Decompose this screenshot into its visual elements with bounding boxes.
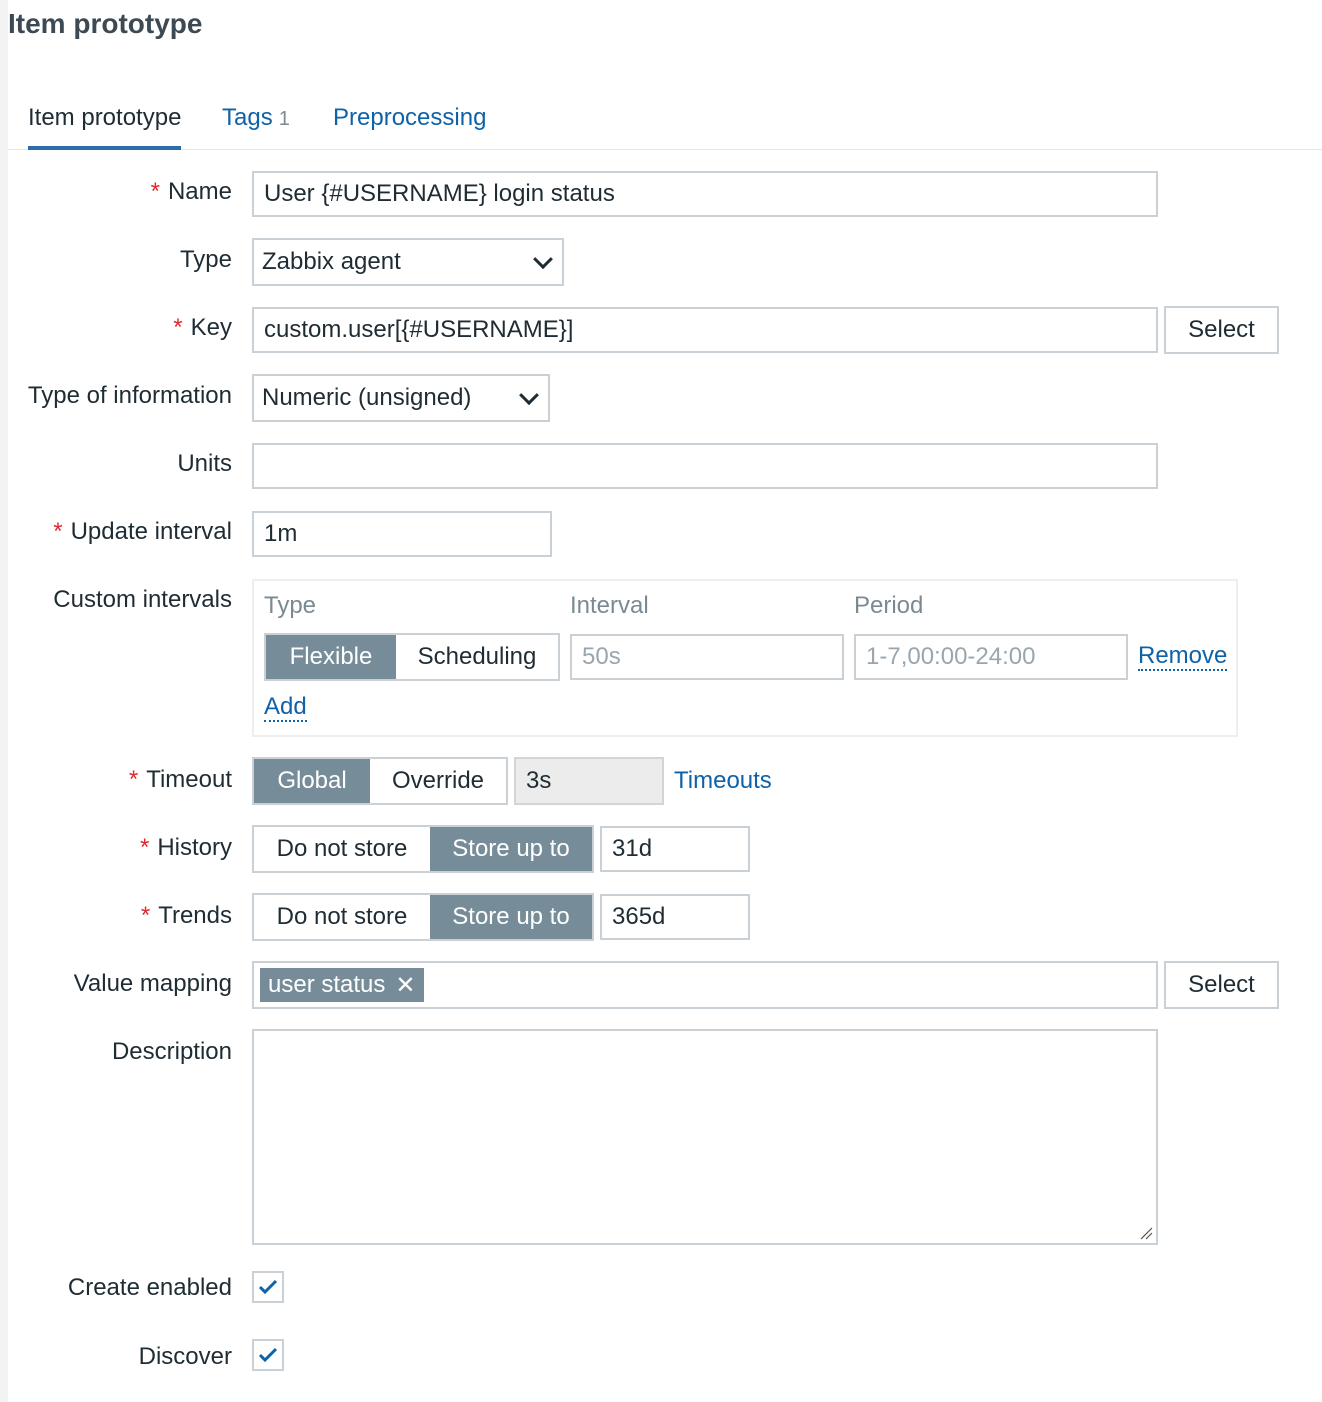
units-input[interactable] [252,443,1158,489]
timeout-global-option[interactable]: Global [254,759,370,803]
timeout-label: * Timeout [128,766,232,793]
required-marker: * [140,902,151,929]
timeout-override-option[interactable]: Override [370,759,506,803]
value-map-tag-label: user status [268,971,386,998]
required-marker: * [53,518,63,545]
checkmark-icon [258,1347,278,1363]
required-marker: * [128,766,139,793]
required-marker: * [173,314,183,341]
required-marker: * [139,834,150,861]
units-label: Units [177,450,232,477]
scheduling-option[interactable]: Scheduling [396,635,558,679]
trends-store-up-to-option[interactable]: Store up to [430,895,592,939]
history-input[interactable]: 31d [600,826,750,872]
tab-label: Tags [222,104,273,131]
custom-intervals-interval-header: Interval [570,592,649,619]
name-input[interactable]: User {#USERNAME} login status [252,171,1158,217]
timeouts-link[interactable]: Timeouts [674,767,772,795]
tab-count-badge: 1 [278,108,290,130]
checkmark-icon [258,1279,278,1295]
add-interval-link[interactable]: Add [264,694,307,722]
type-select[interactable]: Zabbix agent [252,238,564,286]
tab-label: Item prototype [28,104,182,131]
discover-label: Discover [138,1343,232,1370]
name-label: * Name [150,178,232,205]
type-select-value: Zabbix agent [262,248,401,275]
history-store-up-to-option[interactable]: Store up to [430,827,592,871]
resize-grip-icon[interactable] [1139,1226,1153,1240]
close-icon[interactable]: ✕ [395,971,415,1000]
update-interval-input[interactable]: 1m [252,511,552,557]
type-label: Type [179,246,232,273]
value-mapping-label: Value mapping [73,970,232,997]
description-textarea[interactable] [252,1029,1158,1245]
custom-intervals-label: Custom intervals [53,586,232,613]
custom-intervals-type-header: Type [264,592,317,619]
update-interval-label: * Update interval [53,518,232,545]
tab-preprocessing[interactable]: Preprocessing [333,100,486,146]
create-enabled-checkbox[interactable] [252,1271,284,1303]
tab-tags[interactable]: Tags 1 [222,100,290,146]
key-label: * Key [173,314,232,341]
discover-checkbox[interactable] [252,1339,284,1371]
tab-bar: Item prototype Tags 1 Preprocessing [8,100,1322,150]
required-marker: * [150,178,160,205]
custom-intervals-period-header: Period [854,592,924,619]
chevron-down-icon [519,385,539,406]
value-mapping-select-button[interactable]: Select [1164,961,1279,1009]
value-map-tag: user status ✕ [260,968,424,1002]
trends-input[interactable]: 365d [600,894,750,940]
custom-period-input[interactable]: 1-7,00:00-24:00 [854,634,1128,680]
history-label: * History [139,834,232,861]
type-of-information-select[interactable]: Numeric (unsigned) [252,374,550,422]
tab-label: Preprocessing [333,104,487,131]
page-title: Item prototype [8,8,203,39]
flexible-option[interactable]: Flexible [266,635,396,679]
type-of-information-value: Numeric (unsigned) [262,384,472,411]
custom-interval-input[interactable]: 50s [570,634,844,680]
key-input[interactable]: custom.user[{#USERNAME}] [252,307,1158,353]
key-select-button[interactable]: Select [1164,306,1279,354]
custom-interval-type-toggle: Flexible Scheduling [264,633,560,681]
history-do-not-store-option[interactable]: Do not store [254,827,430,871]
tab-item-prototype[interactable]: Item prototype [28,100,182,150]
trends-do-not-store-option[interactable]: Do not store [254,895,430,939]
chevron-down-icon [533,249,553,270]
trends-toggle: Do not store Store up to [252,893,594,941]
left-band [0,0,8,1402]
value-mapping-multiselect[interactable]: user status ✕ [252,961,1158,1009]
type-of-information-label: Type of information [27,382,232,409]
create-enabled-label: Create enabled [67,1274,232,1301]
timeout-input: 3s [514,757,664,805]
trends-label: * Trends [140,902,232,929]
timeout-toggle: Global Override [252,757,508,805]
description-label: Description [111,1038,232,1065]
remove-interval-link[interactable]: Remove [1138,643,1228,671]
history-toggle: Do not store Store up to [252,825,594,873]
